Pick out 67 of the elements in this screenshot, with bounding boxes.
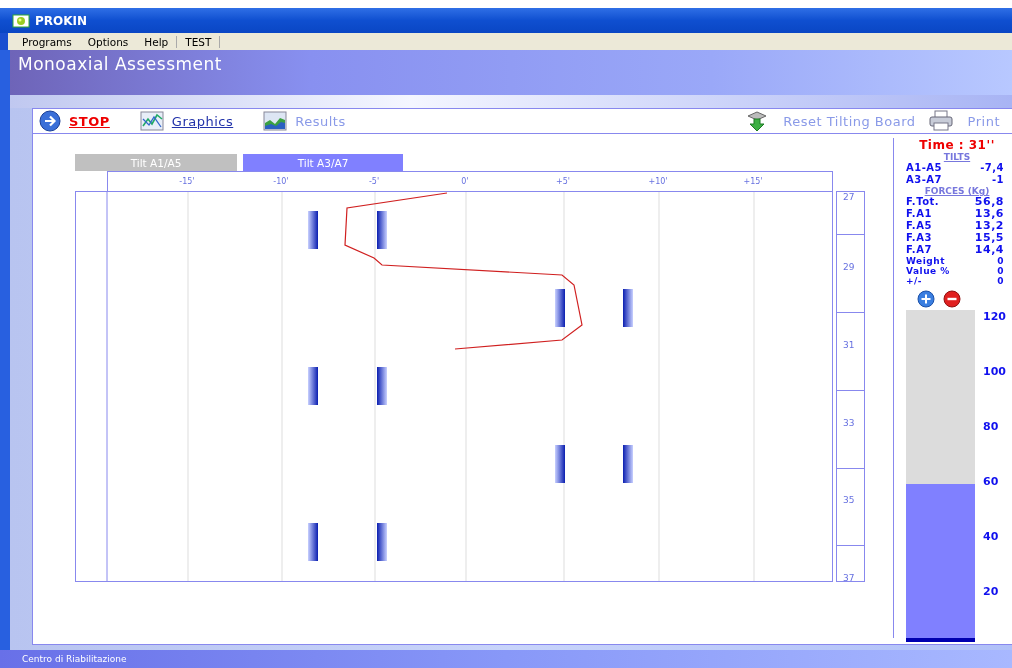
section-heading: TILTS: [942, 152, 972, 162]
setting-value: 0: [997, 266, 1004, 276]
axis-label: -10': [273, 177, 289, 186]
area-chart-icon: [263, 111, 288, 131]
menu-item[interactable]: Options: [79, 35, 137, 48]
force-value: 13,2: [974, 220, 1004, 232]
page-title: Monoaxial Assessment: [10, 50, 1012, 95]
time-label: 37: [843, 573, 855, 583]
tab[interactable]: Tilt A3/A7: [243, 154, 403, 171]
force-name: F.A5: [906, 220, 932, 232]
menu-item[interactable]: Help: [136, 35, 177, 48]
tilt-name: A3-A7: [906, 174, 943, 186]
force-value: 56,8: [974, 196, 1004, 208]
scale-label: 60: [983, 475, 1000, 488]
setting-name: +/-: [906, 276, 923, 286]
gate-marker: [308, 523, 318, 561]
force-value: 15,5: [974, 232, 1004, 244]
scale-label: 40: [983, 530, 1000, 543]
force-value: 13,6: [974, 208, 1004, 220]
force-name: F.A1: [906, 208, 932, 220]
line-chart-icon: [139, 111, 164, 131]
time-label: 27: [843, 192, 855, 202]
gate-marker: [623, 445, 633, 483]
tilt-value: -7,4: [980, 162, 1004, 174]
axis-label: -15': [179, 177, 195, 186]
status-text: Centro di Riabilitazione: [22, 654, 127, 664]
gate-marker: [308, 367, 318, 405]
scale-label: 20: [983, 585, 1000, 598]
time-label: 35: [843, 495, 855, 505]
section-heading: FORCES (Kg): [923, 186, 990, 196]
setting-value: 0: [997, 276, 1004, 286]
gate-marker: [377, 211, 387, 249]
setting-value: 0: [997, 256, 1004, 266]
force-name: F.Tot.: [906, 196, 940, 208]
toolbar-link[interactable]: STOP: [69, 113, 110, 129]
scale-label: 80: [983, 420, 1000, 433]
gate-marker: [377, 523, 387, 561]
menu-item[interactable]: Programs: [14, 35, 80, 48]
gate-marker: [555, 289, 565, 327]
scale-label: 120: [983, 310, 1006, 323]
plus-icon[interactable]: [917, 290, 935, 308]
axis-label: 0': [461, 177, 469, 186]
app-logo-icon: [12, 13, 30, 28]
setting-name: Weight: [906, 256, 945, 266]
axis-label: +15': [743, 177, 763, 186]
axis-label: +10': [648, 177, 668, 186]
tilt-value: -1: [991, 174, 1004, 186]
force-value: 14,4: [974, 244, 1004, 256]
minus-icon[interactable]: [943, 290, 961, 308]
gate-marker: [308, 211, 318, 249]
menu-item[interactable]: TEST: [177, 35, 220, 48]
window-title: PROKIN: [35, 13, 88, 28]
gate-marker: [623, 289, 633, 327]
time-label: 29: [843, 262, 855, 272]
setting-name: Value %: [906, 266, 950, 276]
force-name: F.A3: [906, 232, 932, 244]
tilt-name: A1-A5: [906, 162, 943, 174]
time-label: 31: [843, 340, 855, 350]
axis-label: -5': [368, 177, 380, 186]
gate-marker: [555, 445, 565, 483]
force-name: F.A7: [906, 244, 932, 256]
gate-marker: [377, 367, 387, 405]
axis-label: +5': [556, 177, 570, 186]
time-label: 33: [843, 418, 855, 428]
toolbar-link[interactable]: Graphics: [171, 113, 234, 129]
time-readout: Time : 31'': [918, 138, 996, 152]
scale-label: 100: [983, 365, 1006, 378]
